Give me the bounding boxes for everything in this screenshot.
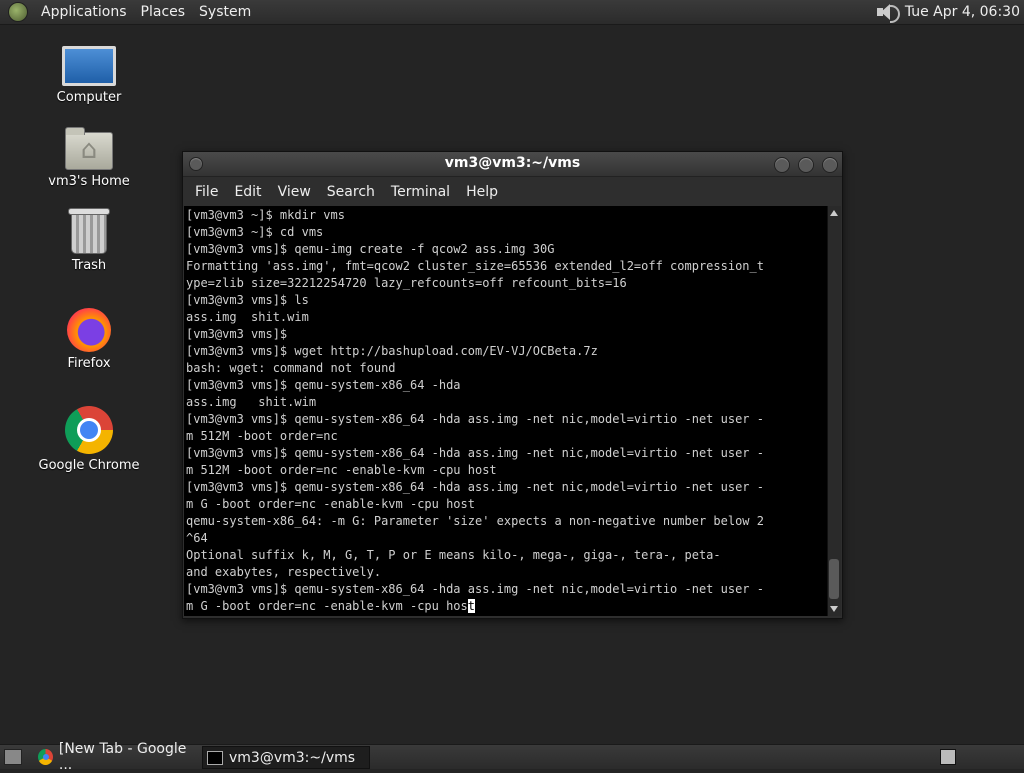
desktop-icon-home[interactable]: vm3's Home [34, 127, 144, 189]
terminal-icon [207, 750, 223, 765]
terminal-window[interactable]: vm3@vm3:~/vms File Edit View Search Term… [182, 151, 843, 619]
terminal-line: ass.img shit.wim [186, 395, 317, 409]
terminal-line: [vm3@vm3 vms]$ qemu-system-x86_64 -hda a… [186, 446, 764, 460]
menu-system[interactable]: System [192, 4, 258, 20]
workspace-switcher[interactable] [940, 749, 956, 765]
close-button[interactable] [822, 157, 838, 173]
terminal-line: [vm3@vm3 vms]$ ls [186, 293, 309, 307]
bottom-panel: [New Tab - Google ... vm3@vm3:~/vms [0, 741, 1024, 773]
terminal-line: m 512M -boot order=nc [186, 429, 338, 443]
terminal-line: [vm3@vm3 vms]$ qemu-system-x86_64 -hda a… [186, 480, 764, 494]
taskbar-item-terminal[interactable]: vm3@vm3:~/vms [202, 746, 370, 769]
terminal-menubar: File Edit View Search Terminal Help [183, 177, 842, 206]
menu-places[interactable]: Places [134, 4, 193, 20]
terminal-line: Optional suffix k, M, G, T, P or E means… [186, 548, 721, 562]
desktop-icon-trash[interactable]: Trash [34, 208, 144, 273]
show-desktop-icon[interactable] [4, 749, 22, 765]
panel-tray: Tue Apr 4, 06:30 [875, 0, 1020, 24]
distro-logo-icon[interactable] [8, 2, 28, 22]
terminal-text: [vm3@vm3 ~]$ mkdir vms [vm3@vm3 ~]$ cd vm… [184, 206, 827, 616]
terminal-line: ^64 [186, 531, 208, 545]
terminal-line: [vm3@vm3 ~]$ mkdir vms [186, 208, 345, 222]
terminal-line: Formatting 'ass.img', fmt=qcow2 cluster_… [186, 259, 764, 273]
window-title: vm3@vm3:~/vms [444, 155, 581, 171]
terminal-line: [vm3@vm3 vms]$ qemu-system-x86_64 -hda a… [186, 412, 764, 426]
minimize-button[interactable] [774, 157, 790, 173]
scroll-down-icon[interactable] [830, 606, 838, 612]
volume-icon[interactable] [875, 2, 900, 23]
terminal-line: [vm3@vm3 vms]$ qemu-system-x86_64 -hda [186, 378, 461, 392]
terminal-line: and exabytes, respectively. [186, 565, 382, 579]
terminal-line: bash: wget: command not found [186, 361, 396, 375]
home-folder-icon [65, 127, 113, 170]
menu-file[interactable]: File [187, 184, 226, 200]
terminal-cursor: t [467, 599, 475, 613]
menu-edit[interactable]: Edit [226, 184, 269, 200]
terminal-line: [vm3@vm3 vms]$ qemu-img create -f qcow2 … [186, 242, 555, 256]
taskbar-item-chrome[interactable]: [New Tab - Google ... [34, 741, 194, 773]
top-panel: Applications Places System Tue Apr 4, 06… [0, 0, 1024, 25]
trash-icon [68, 208, 110, 254]
window-titlebar[interactable]: vm3@vm3:~/vms [183, 152, 842, 177]
menu-view[interactable]: View [270, 184, 319, 200]
scroll-thumb[interactable] [829, 559, 839, 599]
menu-help[interactable]: Help [458, 184, 506, 200]
terminal-line: [vm3@vm3 vms]$ wget http://bashupload.co… [186, 344, 598, 358]
terminal-line: [vm3@vm3 vms]$ [186, 327, 288, 341]
desktop-icon-label: Computer [56, 90, 122, 105]
firefox-icon [67, 308, 111, 352]
terminal-line: ype=zlib size=32212254720 lazy_refcounts… [186, 276, 627, 290]
menu-terminal[interactable]: Terminal [383, 184, 458, 200]
desktop-icon-label: Google Chrome [38, 458, 140, 473]
desktop-icon-label: vm3's Home [48, 174, 130, 189]
desktop-icon-label: Trash [71, 258, 107, 273]
terminal-line: qemu-system-x86_64: -m G: Parameter 'siz… [186, 514, 764, 528]
terminal-line: [vm3@vm3 ~]$ cd vms [186, 225, 324, 239]
clock[interactable]: Tue Apr 4, 06:30 [905, 4, 1020, 20]
terminal-output[interactable]: [vm3@vm3 ~]$ mkdir vms [vm3@vm3 ~]$ cd vm… [184, 206, 827, 616]
terminal-line: m G -boot order=nc -enable-kvm -cpu host [186, 497, 475, 511]
terminal-line: ass.img shit.wim [186, 310, 309, 324]
menu-search[interactable]: Search [319, 184, 383, 200]
menu-applications[interactable]: Applications [34, 4, 134, 20]
terminal-line-current: m G -boot order=nc -enable-kvm -cpu host [186, 599, 475, 613]
desktop-icon-computer[interactable]: Computer [34, 46, 144, 105]
chrome-icon [65, 406, 113, 454]
terminal-line: [vm3@vm3 vms]$ qemu-system-x86_64 -hda a… [186, 582, 764, 596]
desktop-icon-label: Firefox [67, 356, 111, 371]
chrome-icon [38, 748, 53, 765]
desktop-icon-chrome[interactable]: Google Chrome [34, 406, 144, 473]
terminal-line: m 512M -boot order=nc -enable-kvm -cpu h… [186, 463, 497, 477]
computer-icon [62, 46, 116, 86]
taskbar-item-label: vm3@vm3:~/vms [229, 749, 356, 766]
maximize-button[interactable] [798, 157, 814, 173]
scroll-up-icon[interactable] [830, 210, 838, 216]
desktop-icon-firefox[interactable]: Firefox [34, 308, 144, 371]
terminal-scrollbar[interactable] [827, 206, 841, 616]
